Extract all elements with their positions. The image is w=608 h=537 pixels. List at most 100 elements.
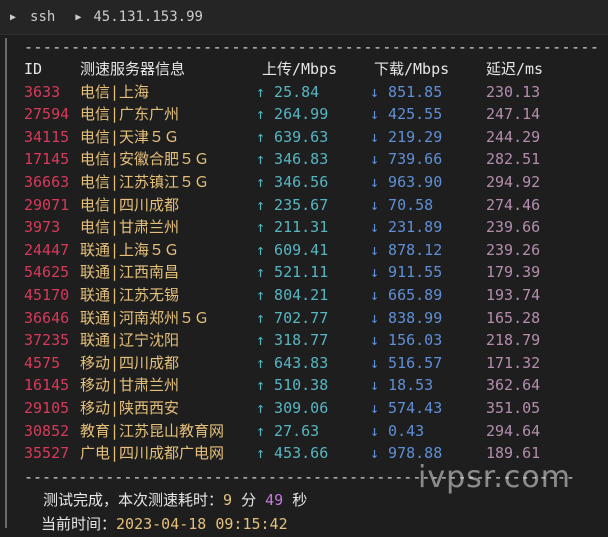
- chevron-right-icon[interactable]: ▶: [75, 12, 81, 23]
- table-row: 29071 电信|四川成都 ↑ 235.67 ↓ 70.58 274.46: [24, 194, 594, 217]
- row-upload: ↑ 639.63: [256, 127, 329, 146]
- row-id: 16145: [24, 376, 70, 395]
- table-row: 54625 联通|江西南昌 ↑ 521.11 ↓ 911.55 179.39: [24, 261, 594, 284]
- terminal-tab-bar: ▶ ssh ▶ 45.131.153.99: [0, 0, 608, 35]
- row-latency: 274.46: [486, 195, 541, 214]
- row-download: ↓ 156.03: [370, 331, 443, 350]
- row-latency: 362.64: [486, 376, 541, 395]
- row-id: 4575: [24, 353, 61, 372]
- row-id: 24447: [24, 240, 70, 259]
- chevron-right-icon[interactable]: ▶: [10, 12, 16, 23]
- row-latency: 294.64: [486, 421, 541, 440]
- terminal-frame-line: [5, 38, 7, 528]
- row-upload: ↑ 264.99: [256, 105, 329, 124]
- table-row: 4575 移动|四川成都 ↑ 643.83 ↓ 516.57 171.32: [24, 352, 594, 375]
- row-id: 36646: [24, 308, 70, 327]
- row-id: 3973: [24, 218, 61, 237]
- row-upload: ↑ 318.77: [256, 331, 329, 350]
- row-latency: 165.28: [486, 308, 541, 327]
- row-download: ↓ 231.89: [370, 218, 443, 237]
- row-server: 电信|广东广州: [80, 105, 180, 124]
- row-id: 35527: [24, 444, 70, 463]
- row-id: 34115: [24, 127, 70, 146]
- row-upload: ↑ 609.41: [256, 240, 329, 259]
- summary-time: 当前时间：2023-04-18 09:15:42: [41, 512, 307, 536]
- row-download: ↓ 665.89: [370, 285, 443, 304]
- row-upload: ↑ 453.66: [256, 444, 329, 463]
- row-download: ↓ 0.43: [370, 421, 425, 440]
- results-table: 3633 电信|上海 ↑ 25.84 ↓ 851.85 230.13 27594 电信|广东…: [24, 81, 594, 465]
- header-download: 下载/Mbps: [374, 60, 450, 78]
- row-server: 联通|上海５Ｇ: [80, 240, 180, 259]
- row-latency: 239.66: [486, 218, 541, 237]
- header-id: ID: [24, 60, 43, 78]
- row-server: 联通|河南郑州５Ｇ: [80, 308, 210, 327]
- row-upload: ↑ 643.83: [256, 353, 329, 372]
- row-server: 电信|四川成都: [80, 195, 180, 214]
- table-row: 27594 电信|广东广州 ↑ 264.99 ↓ 425.55 247.14: [24, 103, 594, 126]
- row-id: 3633: [24, 82, 61, 101]
- row-latency: 247.14: [486, 105, 541, 124]
- watermark-logo: ivpsr.com: [418, 460, 571, 495]
- row-latency: 193.74: [486, 285, 541, 304]
- row-id: 27594: [24, 105, 70, 124]
- row-id: 45170: [24, 285, 70, 304]
- header-latency: 延迟/ms: [486, 60, 544, 78]
- row-server: 电信|安徽合肥５Ｇ: [80, 150, 210, 169]
- row-download: ↓ 219.29: [370, 127, 443, 146]
- summary: 测试完成，本次测速耗时：9 分 49 秒 当前时间：2023-04-18 09:…: [41, 488, 307, 536]
- duration-prefix: 测试完成，本次测速耗时：: [43, 491, 224, 509]
- row-latency: 230.13: [486, 82, 541, 101]
- row-server: 电信|天津５Ｇ: [80, 127, 180, 146]
- row-server: 移动|陕西西安: [80, 398, 180, 417]
- row-download: ↓ 963.90: [370, 172, 443, 191]
- table-row: 3973 电信|甘肃兰州 ↑ 211.31 ↓ 231.89 239.66: [24, 216, 594, 239]
- row-download: ↓ 878.12: [370, 240, 443, 259]
- table-header: ID 测速服务器信息 上传/Mbps 下载/Mbps 延迟/ms: [24, 58, 594, 81]
- row-latency: 244.29: [486, 127, 541, 146]
- table-row: 34115 电信|天津５Ｇ ↑ 639.63 ↓ 219.29 244.29: [24, 126, 594, 149]
- row-upload: ↑ 521.11: [256, 263, 329, 282]
- host-label[interactable]: 45.131.153.99: [93, 9, 203, 25]
- table-row: 24447 联通|上海５Ｇ ↑ 609.41 ↓ 878.12 239.26: [24, 239, 594, 262]
- row-server: 联通|江西南昌: [80, 263, 180, 282]
- row-download: ↓ 70.58: [370, 195, 434, 214]
- row-latency: 239.26: [486, 240, 541, 259]
- row-server: 电信|甘肃兰州: [80, 218, 180, 237]
- row-id: 29071: [24, 195, 70, 214]
- time-value: 2023-04-18 09:15:42: [116, 515, 288, 533]
- row-upload: ↑ 211.31: [256, 218, 329, 237]
- row-download: ↓ 911.55: [370, 263, 443, 282]
- row-id: 36663: [24, 172, 70, 191]
- table-row: 36646 联通|河南郑州５Ｇ ↑ 702.77 ↓ 838.99 165.28: [24, 307, 594, 330]
- row-latency: 171.32: [486, 353, 541, 372]
- row-upload: ↑ 510.38: [256, 376, 329, 395]
- row-server: 移动|甘肃兰州: [80, 376, 180, 395]
- header-server: 测速服务器信息: [80, 60, 186, 78]
- row-download: ↓ 838.99: [370, 308, 443, 327]
- row-server: 联通|江苏无锡: [80, 285, 180, 304]
- row-upload: ↑ 25.84: [256, 82, 320, 101]
- table-row: 16145 移动|甘肃兰州 ↑ 510.38 ↓ 18.53 362.64: [24, 374, 594, 397]
- summary-duration: 测试完成，本次测速耗时：9 分 49 秒: [43, 488, 307, 512]
- row-server: 教育|江苏昆山教育网: [80, 421, 225, 440]
- row-id: 30852: [24, 421, 70, 440]
- shell-label[interactable]: ssh: [30, 9, 55, 25]
- table-row: 29105 移动|陕西西安 ↑ 309.06 ↓ 574.43 351.05: [24, 397, 594, 420]
- table-row: 17145 电信|安徽合肥５Ｇ ↑ 346.83 ↓ 739.66 282.51: [24, 148, 594, 171]
- table-row: 37235 联通|辽宁沈阳 ↑ 318.77 ↓ 156.03 218.79: [24, 329, 594, 352]
- row-upload: ↑ 702.77: [256, 308, 329, 327]
- divider-top: ----------------------------------------…: [24, 38, 600, 56]
- table-row: 45170 联通|江苏无锡 ↑ 804.21 ↓ 665.89 193.74: [24, 284, 594, 307]
- row-upload: ↑ 27.63: [256, 421, 320, 440]
- row-download: ↓ 574.43: [370, 398, 443, 417]
- speedtest-output: ----------------------------------------…: [24, 36, 600, 465]
- row-download: ↓ 425.55: [370, 105, 443, 124]
- row-id: 37235: [24, 331, 70, 350]
- row-download: ↓ 18.53: [370, 376, 434, 395]
- row-latency: 218.79: [486, 331, 541, 350]
- row-upload: ↑ 235.67: [256, 195, 329, 214]
- minutes-unit: 分: [241, 491, 257, 509]
- row-latency: 282.51: [486, 150, 541, 169]
- table-row: 3633 电信|上海 ↑ 25.84 ↓ 851.85 230.13: [24, 81, 594, 104]
